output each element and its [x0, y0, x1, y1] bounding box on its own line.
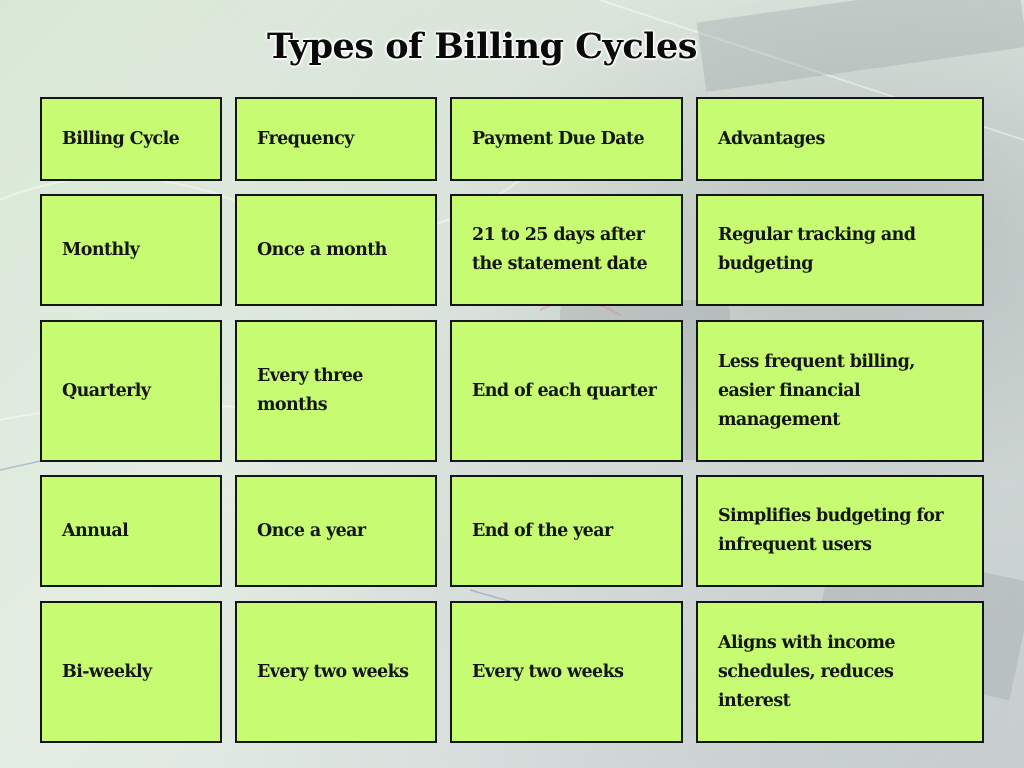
table-cell: Every three months [235, 320, 437, 462]
cell-text: End of each quarter [472, 380, 657, 401]
cell-text: Once a year [257, 520, 366, 541]
cell-text: Once a month [257, 239, 387, 260]
cell-text: Frequency [257, 128, 354, 149]
cell-text: Annual [62, 520, 129, 541]
table-cell: Aligns with income schedules, reduces in… [696, 601, 984, 743]
cell-text: Quarterly [62, 380, 151, 401]
cell-text: Every two weeks [472, 661, 624, 682]
header-cell-frequency: Frequency [235, 97, 437, 181]
cell-text: Less frequent billing, easier financial … [718, 351, 915, 430]
header-cell-payment-due-date: Payment Due Date [450, 97, 683, 181]
page-title: Types of Billing Cycles [267, 26, 697, 67]
table-cell: Simplifies budgeting for infrequent user… [696, 475, 984, 587]
cell-text: Bi-weekly [62, 661, 152, 682]
header-cell-billing-cycle: Billing Cycle [40, 97, 222, 181]
header-cell-advantages: Advantages [696, 97, 984, 181]
cell-text: End of the year [472, 520, 613, 541]
cell-text: Every three months [257, 366, 363, 415]
cell-text: Regular tracking and budgeting [718, 225, 916, 274]
table-cell: Regular tracking and budgeting [696, 194, 984, 306]
table-cell: Once a year [235, 475, 437, 587]
table-cell: Annual [40, 475, 222, 587]
table-cell: Every two weeks [235, 601, 437, 743]
table-cell: 21 to 25 days after the statement date [450, 194, 683, 306]
cell-text: Simplifies budgeting for infrequent user… [718, 506, 944, 555]
cell-text: Billing Cycle [62, 128, 180, 149]
cell-text: Monthly [62, 239, 140, 260]
cell-text: Payment Due Date [472, 128, 645, 149]
table-cell: Once a month [235, 194, 437, 306]
cell-text: Aligns with income schedules, reduces in… [718, 632, 896, 711]
table-cell: Less frequent billing, easier financial … [696, 320, 984, 462]
cell-text: 21 to 25 days after the statement date [472, 225, 648, 274]
cell-text: Advantages [718, 128, 825, 149]
table-cell: End of the year [450, 475, 683, 587]
table-cell: Every two weeks [450, 601, 683, 743]
table-cell: End of each quarter [450, 320, 683, 462]
table-cell: Bi-weekly [40, 601, 222, 743]
cell-text: Every two weeks [257, 661, 409, 682]
table-cell: Quarterly [40, 320, 222, 462]
table-cell: Monthly [40, 194, 222, 306]
